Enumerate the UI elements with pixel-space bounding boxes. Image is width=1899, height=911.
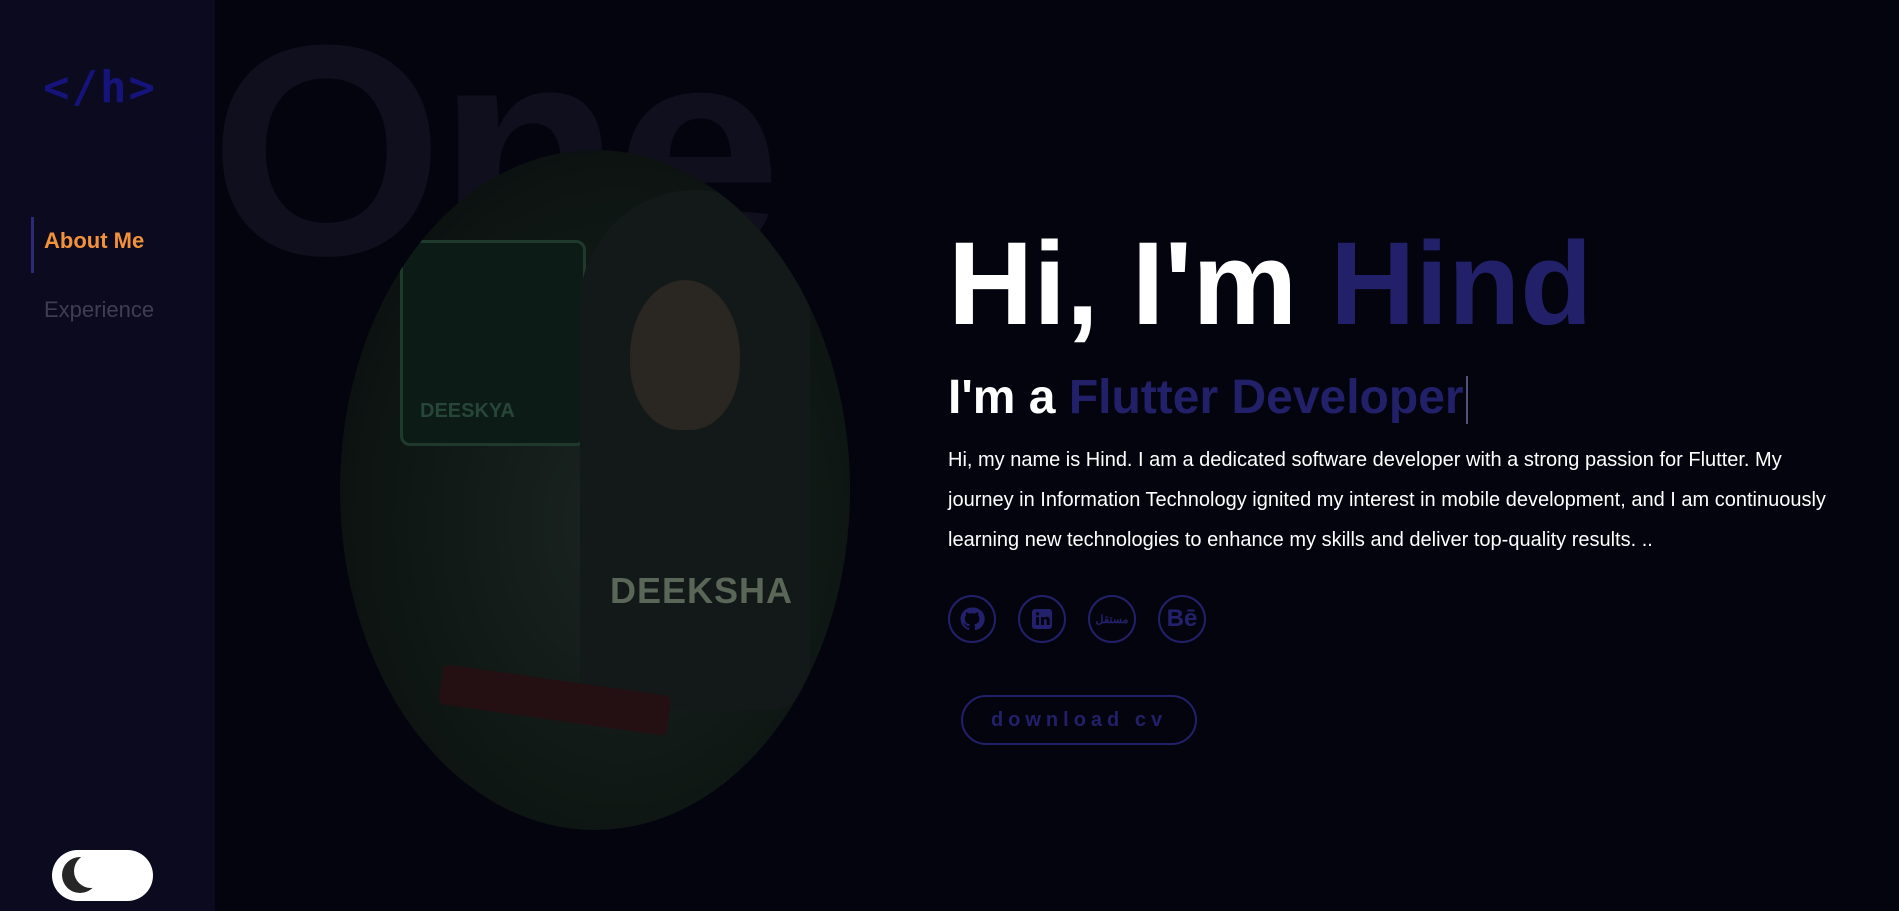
mostaql-icon[interactable]: مستقل <box>1088 595 1136 643</box>
hero-title: Hi, I'm Hind <box>948 225 1592 343</box>
face <box>630 280 740 430</box>
github-icon[interactable] <box>948 595 996 643</box>
role-prefix: I'm a <box>948 371 1056 424</box>
nav-active-indicator <box>31 217 34 273</box>
logo[interactable]: </h> <box>43 62 157 113</box>
social-links: مستقل Bē <box>948 595 1206 643</box>
hood <box>580 190 810 710</box>
behance-icon[interactable]: Bē <box>1158 595 1206 643</box>
typing-caret <box>1465 376 1468 425</box>
shirt-text: DEEKSHA <box>610 570 794 611</box>
hero-name: Hind <box>1330 218 1593 350</box>
moon-icon-cutout <box>74 854 108 888</box>
linkedin-icon[interactable] <box>1018 595 1066 643</box>
profile-portrait: DEESKYA DEEKSHA <box>340 150 850 830</box>
hero-subtitle: I'm a Flutter Developer <box>948 370 1468 425</box>
sidebar: </h> About Me Experience <box>0 0 215 911</box>
download-cv-button[interactable]: download cv <box>961 695 1197 745</box>
nav-item-experience[interactable]: Experience <box>44 297 154 323</box>
hero-description: Hi, my name is Hind. I am a dedicated so… <box>948 449 1826 551</box>
role-text: Flutter Developer <box>1068 371 1464 424</box>
theme-toggle[interactable] <box>52 850 153 901</box>
screen-label: DEESKYA <box>420 400 515 422</box>
hero-greeting: Hi, I'm <box>948 218 1298 350</box>
nav-item-about-me[interactable]: About Me <box>44 228 144 254</box>
